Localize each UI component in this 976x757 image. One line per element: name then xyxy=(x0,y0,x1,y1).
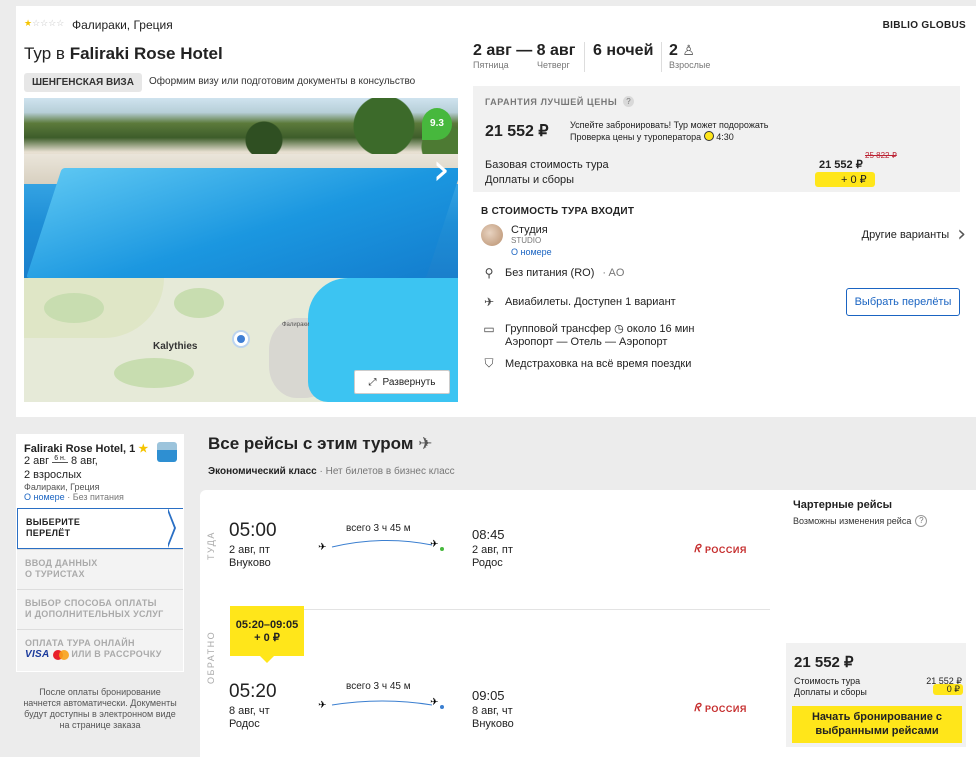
svg-text:✈: ✈ xyxy=(318,700,326,711)
visa-badge: ШЕНГЕНСКАЯ ВИЗА xyxy=(24,73,142,92)
trip-dates: 2 авг — 8 авг Пятница Четверг xyxy=(473,42,576,70)
inbound-dep-time: 05:20 xyxy=(229,681,277,702)
booking-sidebar: Faliraki Rose Hotel, 1 ★ 2 авг 6 н. 8 ав… xyxy=(16,434,184,672)
trip-nights: 6 ночей xyxy=(593,42,654,59)
map-place-label: Kalythies xyxy=(153,341,198,352)
meal-row: ⚲ Без питания (RO) · AO xyxy=(481,266,625,280)
step-payment-method[interactable]: ВЫБОР СПОСОБА ОПЛАТЫ И ДОПОЛНИТЕЛЬНЫХ УСЛ… xyxy=(17,589,183,629)
flights-title: Все рейсы с этим туром ✈ xyxy=(208,434,433,454)
hotel-map[interactable]: Kalythies Фалираки ⤢ Развернуть xyxy=(24,278,458,402)
svg-text:✈: ✈ xyxy=(430,539,438,550)
expand-icon: ⤢ xyxy=(368,376,377,388)
charter-title: Чартерные рейсы xyxy=(793,499,892,511)
step-tourist-data[interactable]: ВВОД ДАННЫХ О ТУРИСТАХ xyxy=(17,549,183,589)
sidebar-adults: 2 взрослых xyxy=(24,469,82,481)
other-variants-link[interactable]: Другие варианты › xyxy=(862,224,966,246)
sidebar-hotel: Faliraki Rose Hotel, 1 ★ xyxy=(24,443,149,455)
inbound-arr-time: 09:05 xyxy=(472,688,505,703)
timer-icon xyxy=(703,131,714,141)
expand-map-button[interactable]: ⤢ Развернуть xyxy=(354,370,450,394)
price-guarantee-box: ГАРАНТИЯ ЛУЧШЕЙ ЦЕНЫ ? 21 552 ₽ Успейте … xyxy=(473,86,960,192)
svg-text:✈: ✈ xyxy=(430,697,438,708)
trip-adults: 2 ♙ Взрослые xyxy=(669,42,711,70)
clock-icon: ◷ xyxy=(614,322,624,335)
transfer-row: ▭ Групповой трансфер ◷ около 16 мин Аэро… xyxy=(481,322,694,349)
start-booking-button[interactable]: Начать бронирование с выбранными рейсами xyxy=(792,706,962,743)
includes-title: В СТОИМОСТЬ ТУРА ВХОДИТ xyxy=(481,206,635,217)
day-from: Пятница xyxy=(473,60,509,70)
bus-icon: ▭ xyxy=(483,322,495,336)
outbound-airline: ᖇ РОССИЯ xyxy=(694,543,747,555)
old-price: 25 822 ₽ xyxy=(865,151,897,160)
room-row: Студия STUDIO О номере xyxy=(481,224,552,258)
hotel-stars: ★☆☆☆☆ xyxy=(24,18,65,28)
choose-flights-button[interactable]: Выбрать перелёты xyxy=(846,288,960,316)
hotel-photo[interactable]: 9.3 › xyxy=(24,98,458,278)
operator-name: BIBLIO GLOBUS xyxy=(882,20,966,31)
inbound-option-chip[interactable]: 05:20–09:05 + 0 ₽ xyxy=(230,606,304,663)
plane-icon: ✈ xyxy=(483,295,495,309)
sidebar-dates: 2 авг 6 н. 8 авг, xyxy=(24,455,98,467)
hotel-location: Фалираки, Греция xyxy=(72,18,173,32)
hotel-thumbnail xyxy=(157,442,177,462)
price-note: Успейте забронировать! Тур может подорож… xyxy=(570,120,769,142)
rating-badge: 9.3 xyxy=(422,108,452,140)
class-info: Экономический класс · Нет билетов в бизн… xyxy=(208,466,455,477)
tour-summary-card: ★☆☆☆☆ Фалираки, Греция BIBLIO GLOBUS Тур… xyxy=(16,6,976,417)
help-icon[interactable]: ? xyxy=(623,96,634,107)
summary-price: 21 552 ₽ xyxy=(794,654,854,671)
next-photo-icon[interactable]: › xyxy=(432,148,450,192)
step-online-payment[interactable]: ОПЛАТА ТУРА ОНЛАЙН VISA ИЛИ В РАССРОЧКУ xyxy=(17,629,183,671)
outbound-label: ТУДА xyxy=(206,531,216,560)
chevron-right-icon: › xyxy=(957,222,966,247)
tour-price: 21 552 ₽ xyxy=(485,123,549,140)
inbound-route: ✈ ✈ xyxy=(318,697,444,711)
room-thumbnail[interactable] xyxy=(481,224,503,246)
visa-logo: VISA xyxy=(25,649,50,661)
day-to: Четверг xyxy=(537,60,570,70)
mastercard-icon xyxy=(52,649,69,660)
sidebar-location: Фалираки, Греция xyxy=(24,482,100,492)
shield-icon: ⛉ xyxy=(484,356,494,370)
plane-icon: ✈ xyxy=(418,434,433,454)
sidebar-note: После оплаты бронирование начнется автом… xyxy=(23,687,177,730)
map-place-label-2: Фалираки xyxy=(282,322,310,328)
inbound-duration: всего 3 ч 45 м xyxy=(346,681,411,692)
svg-text:✈: ✈ xyxy=(318,542,326,553)
outbound-arr-time: 08:45 xyxy=(472,527,505,542)
inbound-label: ОБРАТНО xyxy=(206,630,216,684)
sidebar-room: О номере · Без питания xyxy=(24,492,124,502)
outbound-duration: всего 3 ч 45 м xyxy=(346,523,411,534)
charter-note: Возможны изменения рейса? xyxy=(793,515,928,527)
base-cost-value: 21 552 ₽ xyxy=(819,159,863,171)
outbound-dep-time: 05:00 xyxy=(229,520,277,541)
person-icon: ♙ xyxy=(682,43,695,59)
fees-value: + 0 ₽ xyxy=(815,172,875,187)
base-cost-label: Базовая стоимость тура xyxy=(485,159,609,171)
page-title: Тур в Faliraki Rose Hotel xyxy=(24,44,223,63)
cutlery-icon: ⚲ xyxy=(484,266,494,280)
flights-row: ✈ Авиабилеты. Доступен 1 вариант xyxy=(481,295,676,309)
flights-divider xyxy=(230,609,770,610)
insurance-row: ⛉ Медстраховка на всё время поездки xyxy=(481,356,691,371)
room-link[interactable]: О номере xyxy=(511,246,552,258)
inbound-airline: ᖇ РОССИЯ xyxy=(694,702,747,714)
visa-note: Оформим визу или подготовим документы в … xyxy=(149,76,416,87)
map-pin-icon xyxy=(234,332,248,346)
price-guarantee-title: ГАРАНТИЯ ЛУЧШЕЙ ЦЕНЫ xyxy=(485,97,618,107)
summary-fees-value: 0 ₽ xyxy=(932,684,963,695)
flights-card: ТУДА 05:00 2 авг, пт Внуково всего 3 ч 45… xyxy=(200,490,976,757)
step-choose-flight[interactable]: ВЫБЕРИТЕ ПЕРЕЛЁТ xyxy=(17,508,183,549)
help-icon[interactable]: ? xyxy=(915,515,928,527)
fees-label: Доплаты и сборы xyxy=(485,174,575,186)
summary-box: 21 552 ₽ Стоимость тура 21 552 ₽ Доплаты… xyxy=(786,643,966,747)
outbound-route: ✈ ✈ xyxy=(318,539,444,553)
